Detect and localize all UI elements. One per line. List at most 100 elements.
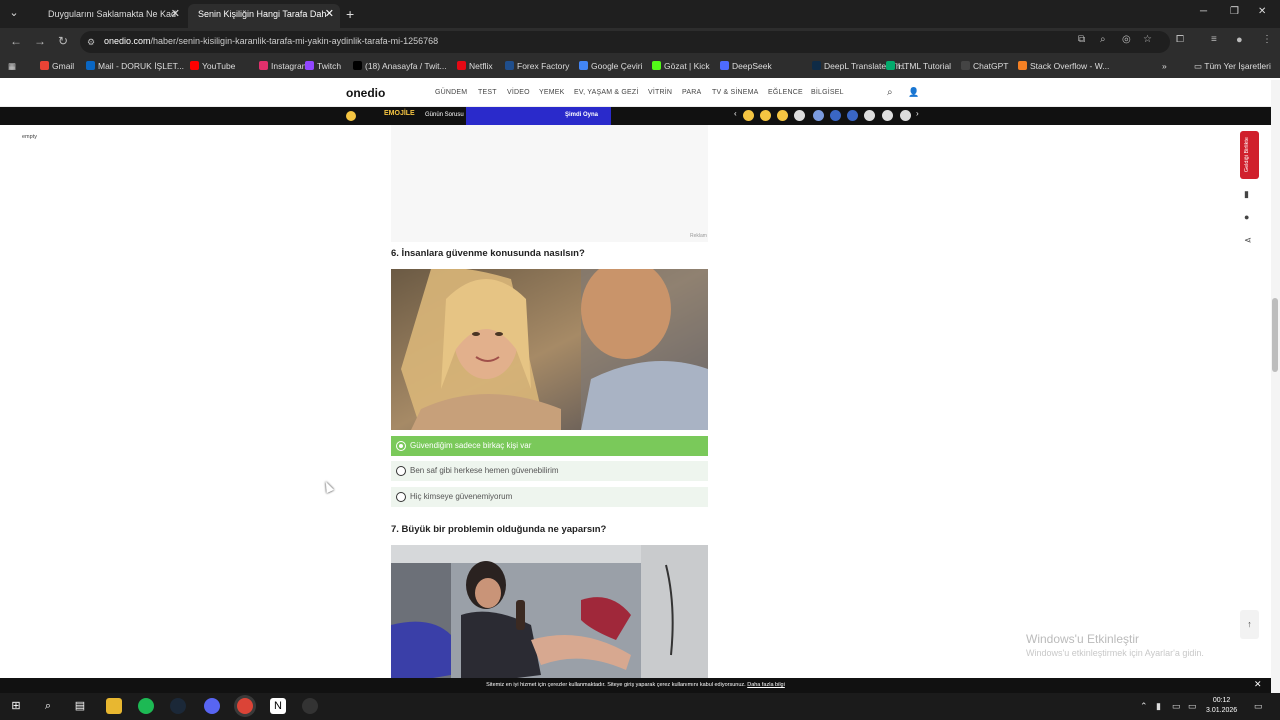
tab-2[interactable]: Senin Kişiliğin Hangi Tarafa Dah ✕ — [188, 4, 340, 28]
share-icon[interactable]: ⋖ — [1244, 235, 1252, 246]
q6-option-2-radio[interactable] — [396, 466, 406, 476]
game-title[interactable]: EMOJİLE — [384, 110, 415, 117]
scrollbar-thumb[interactable] — [1272, 298, 1278, 372]
emoji-prev-icon[interactable]: ‹ — [734, 109, 737, 118]
tab-1-close-icon[interactable]: ✕ — [171, 4, 180, 24]
cookie-more-link[interactable]: Daha fazla bilgi — [747, 682, 785, 688]
scroll-top-button[interactable]: ↑ — [1240, 610, 1259, 639]
emoji-heart-eyes-icon[interactable] — [743, 110, 754, 121]
discord-icon[interactable] — [204, 698, 220, 714]
star-icon[interactable]: ☆ — [1143, 34, 1152, 45]
bookmark-item[interactable]: Stack Overflow - W... — [1018, 61, 1109, 71]
url-text[interactable]: onedio.com/haber/senin-kisiligin-karanli… — [104, 36, 438, 46]
profile-avatar[interactable]: ● — [1236, 34, 1243, 46]
network-icon[interactable]: ▭ — [1188, 701, 1197, 712]
chrome-icon[interactable] — [237, 698, 253, 714]
bookmark-item[interactable]: (18) Anasayfa / Twit... — [353, 61, 447, 71]
bookmark-item[interactable]: Mail - DORUK İŞLET... — [86, 61, 184, 71]
q6-option-1[interactable]: Güvendiğim sadece birkaç kişi var — [391, 436, 708, 456]
tray-expand-icon[interactable]: ⌃ — [1140, 701, 1148, 712]
bookmark-item[interactable]: Forex Factory — [505, 61, 569, 71]
steam-icon[interactable] — [170, 698, 186, 714]
bookmark-item[interactable]: Twitch — [305, 61, 341, 71]
play-now-button[interactable]: Şimdi Oyna — [565, 112, 598, 118]
start-icon[interactable]: ⊞ — [8, 698, 24, 714]
nav-tv-sinema[interactable]: TV & SİNEMA — [712, 89, 759, 96]
emoji-laugh-icon[interactable] — [777, 110, 788, 121]
zoom-icon[interactable]: ⌕ — [1100, 34, 1106, 45]
site-info-icon[interactable]: ⚙ — [87, 37, 95, 48]
forward-icon[interactable]: → — [34, 34, 46, 48]
mic-icon[interactable]: ▮ — [1156, 701, 1161, 712]
emoji-blue-icon[interactable] — [813, 110, 824, 121]
emoji-sad-icon[interactable] — [760, 110, 771, 121]
apps-grid-icon[interactable]: ▦ — [8, 61, 16, 72]
emoji-face-icon[interactable] — [794, 110, 805, 121]
nav-gundem[interactable]: GÜNDEM — [435, 89, 467, 96]
bookmark-item[interactable]: Google Çeviri — [579, 61, 643, 71]
extensions-icon[interactable]: ⧠ — [1176, 34, 1184, 45]
new-tab-button[interactable]: + — [346, 6, 354, 22]
task-view-icon[interactable]: ▤ — [72, 698, 88, 714]
bookmark-item[interactable]: YouTube — [190, 61, 235, 71]
close-window-icon[interactable]: ✕ — [1258, 6, 1266, 17]
nav-yemek[interactable]: YEMEK — [539, 89, 565, 96]
taskbar-clock[interactable]: 00:12 3.01.2026 — [1206, 696, 1237, 716]
url-path: /haber/senin-kisiligin-karanlik-tarafa-m… — [150, 36, 439, 46]
tab-1[interactable]: Duygularını Saklamakta Ne Kad ✕ — [38, 4, 186, 28]
bookmark-item[interactable]: ChatGPT — [961, 61, 1008, 71]
minimize-icon[interactable]: ─ — [1200, 6, 1207, 17]
page-scrollbar[interactable] — [1271, 80, 1280, 693]
emoji-dollar-icon[interactable] — [830, 110, 841, 121]
menu-dots-icon[interactable]: ⋮ — [1262, 34, 1272, 45]
nav-bilgisel[interactable]: BİLGİSEL — [811, 89, 844, 96]
more-bookmarks-icon[interactable]: » — [1162, 61, 1167, 71]
emoji-next-icon[interactable]: › — [916, 109, 919, 118]
bookmark-item[interactable]: HTML Tutorial — [886, 61, 951, 71]
emoji-ok-icon[interactable] — [900, 110, 911, 121]
nav-test[interactable]: TEST — [478, 89, 497, 96]
nav-ev-yasam-gezi[interactable]: EV, YAŞAM & GEZİ — [574, 89, 639, 96]
cookie-close-icon[interactable]: ✕ — [1254, 679, 1262, 690]
bookmark-item[interactable]: Instagram — [259, 61, 309, 71]
tab-search-icon[interactable]: ⌄ — [6, 6, 22, 22]
bookmark-item[interactable]: Netflix — [457, 61, 493, 71]
bookmark-item[interactable]: Gözat | Kick — [652, 61, 710, 71]
site-search-icon[interactable]: ⌕ — [887, 87, 893, 98]
taskbar-search-icon[interactable]: ⌕ — [40, 698, 56, 714]
comment-icon[interactable]: ● — [1244, 212, 1249, 222]
nav-eglence[interactable]: EĞLENCE — [768, 89, 803, 96]
emoji-icon[interactable] — [346, 111, 356, 121]
bookmark-item[interactable]: DeepSeek — [720, 61, 772, 71]
tab-2-close-icon[interactable]: ✕ — [325, 4, 334, 24]
ad-slot[interactable] — [391, 125, 708, 242]
notion-icon[interactable]: N — [270, 698, 286, 714]
reload-icon[interactable]: ↻ — [58, 34, 68, 48]
nav-vitrin[interactable]: VİTRİN — [648, 89, 672, 96]
media-icon[interactable]: ≡ — [1211, 34, 1217, 45]
back-icon[interactable]: ← — [10, 34, 22, 48]
spotify-icon[interactable] — [138, 698, 154, 714]
q6-option-2[interactable]: Ben saf gibi herkese hemen güvenebilirim — [391, 461, 708, 481]
user-icon[interactable]: 👤 — [908, 87, 919, 98]
q6-option-1-radio[interactable] — [396, 441, 406, 451]
q6-option-3[interactable]: Hiç kimseye güvenemiyorum — [391, 487, 708, 507]
display-icon[interactable]: ▭ — [1172, 701, 1181, 712]
bookmark-icon[interactable]: ▮ — [1244, 189, 1249, 200]
restore-icon[interactable]: ❐ — [1230, 6, 1239, 17]
file-explorer-icon[interactable] — [106, 698, 122, 714]
obs-icon[interactable] — [302, 698, 318, 714]
emoji-minus-icon[interactable] — [882, 110, 893, 121]
notification-icon[interactable]: ▭ — [1254, 701, 1263, 712]
nav-video[interactable]: VİDEO — [507, 89, 530, 96]
nav-para[interactable]: PARA — [682, 89, 701, 96]
emoji-bar-icon[interactable] — [847, 110, 858, 121]
q6-option-3-radio[interactable] — [396, 492, 406, 502]
install-icon[interactable]: ⧉ — [1078, 34, 1085, 45]
side-feedback-button[interactable]: Geldiği Birlikte — [1240, 131, 1259, 179]
all-bookmarks[interactable]: ▭ Tüm Yer İşaretleri — [1194, 61, 1271, 72]
eye-off-icon[interactable]: ◎ — [1122, 34, 1131, 45]
bookmark-item[interactable]: Gmail — [40, 61, 74, 71]
emoji-plus-icon[interactable] — [864, 110, 875, 121]
site-logo[interactable]: onedio — [346, 86, 385, 100]
